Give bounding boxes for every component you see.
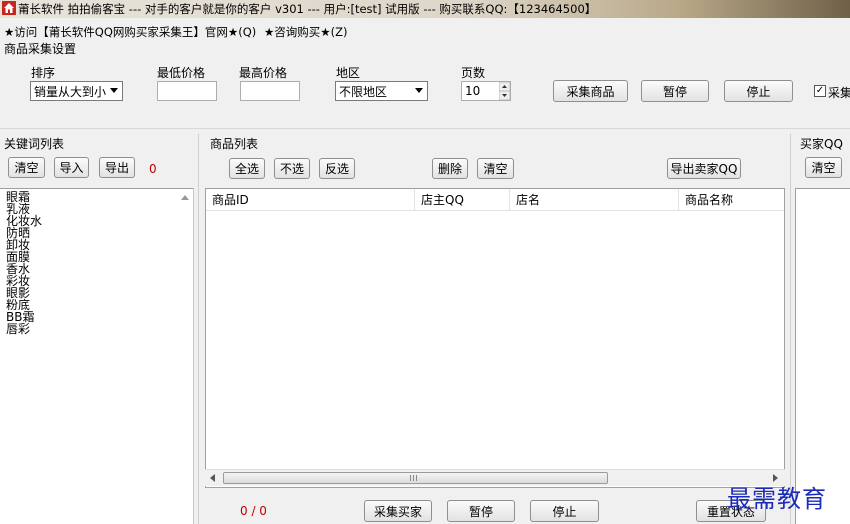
goods-list-label: 商品列表 [210,137,259,151]
min-price-input[interactable] [157,81,217,101]
pages-spinner[interactable]: 10 [461,81,511,101]
buyers-stop-button[interactable]: 停止 [530,500,599,522]
column-header-owner-qq[interactable]: 店主QQ [415,189,510,211]
window-title: 莆长软件 拍拍偷客宝 --- 对手的客户就是你的客户 v301 --- 用户:[… [18,2,597,16]
scroll-up-arrow-icon[interactable] [180,193,190,201]
keyword-list-label: 关键词列表 [4,137,65,151]
keyword-count: 0 [149,162,157,176]
pages-label: 页数 [461,66,486,80]
sort-label: 排序 [31,66,56,80]
pages-value: 10 [465,84,481,98]
column-header-goods-name[interactable]: 商品名称 [679,189,784,211]
max-price-input[interactable] [240,81,300,101]
select-none-button[interactable]: 不选 [274,158,310,179]
collect-buyers-button[interactable]: 采集买家 [364,500,432,522]
horizontal-scrollbar[interactable] [205,469,785,486]
menu-item-consult-purchase[interactable]: ★咨询购买★(Z) [264,24,347,40]
keyword-import-button[interactable]: 导入 [54,157,89,178]
sort-value: 销量从大到小 [34,84,107,99]
region-label: 地区 [336,66,361,80]
buyer-clear-button[interactable]: 清空 [805,157,842,178]
keyword-export-button[interactable]: 导出 [99,157,135,178]
watermark-text: 最需教育 [727,485,827,513]
goods-clear-button[interactable]: 清空 [477,158,514,179]
title-bar: 莆长软件 拍拍偷客宝 --- 对手的客户就是你的客户 v301 --- 用户:[… [0,0,850,18]
goods-table[interactable]: 商品ID 店主QQ 店名 商品名称 [205,188,785,488]
region-value: 不限地区 [339,84,388,99]
scrollbar-thumb[interactable] [223,472,608,484]
min-price-label: 最低价格 [157,66,206,80]
collect-checkbox[interactable]: ✓ [814,85,826,97]
divider [0,128,850,129]
menu-bar: ★访问【莆长软件QQ网购买家采集王】官网★(Q) ★咨询购买★(Z) [0,21,850,39]
pause-button[interactable]: 暂停 [641,80,709,102]
buyers-pause-button[interactable]: 暂停 [447,500,515,522]
progress-counter: 0 / 0 [240,504,267,518]
keyword-list[interactable]: 眼霜 乳液 化妆水 防晒 卸妆 面膜 香水 彩妆 眼影 粉底 BB霜 唇彩 [0,188,194,524]
app-home-icon [2,1,16,15]
column-header-goods-id[interactable]: 商品ID [206,189,415,211]
collect-goods-button[interactable]: 采集商品 [553,80,628,102]
menu-item-official-site[interactable]: ★访问【莆长软件QQ网购买家采集王】官网★(Q) [4,24,256,40]
invert-selection-button[interactable]: 反选 [319,158,355,179]
buyer-qq-list[interactable] [795,188,850,524]
column-header-shop-name[interactable]: 店名 [510,189,679,211]
select-all-button[interactable]: 全选 [229,158,265,179]
stop-button[interactable]: 停止 [724,80,793,102]
delete-button[interactable]: 删除 [432,158,468,179]
collect-checkbox-label: 采集 [828,86,850,100]
max-price-label: 最高价格 [239,66,288,80]
keyword-clear-button[interactable]: 清空 [8,157,45,178]
divider [198,134,199,524]
export-seller-qq-button[interactable]: 导出卖家QQ [667,158,741,179]
sort-combobox[interactable]: 销量从大到小 [30,81,123,101]
buyer-qq-label: 买家QQ [800,137,843,151]
settings-group-label: 商品采集设置 [4,42,77,56]
region-combobox[interactable]: 不限地区 [335,81,428,101]
list-item[interactable]: 唇彩 [6,323,30,336]
divider [790,134,791,524]
spinner-arrows-icon[interactable] [499,82,510,100]
chevron-down-icon [110,88,118,93]
chevron-down-icon [415,88,423,93]
scroll-left-arrow-icon[interactable] [209,474,217,482]
